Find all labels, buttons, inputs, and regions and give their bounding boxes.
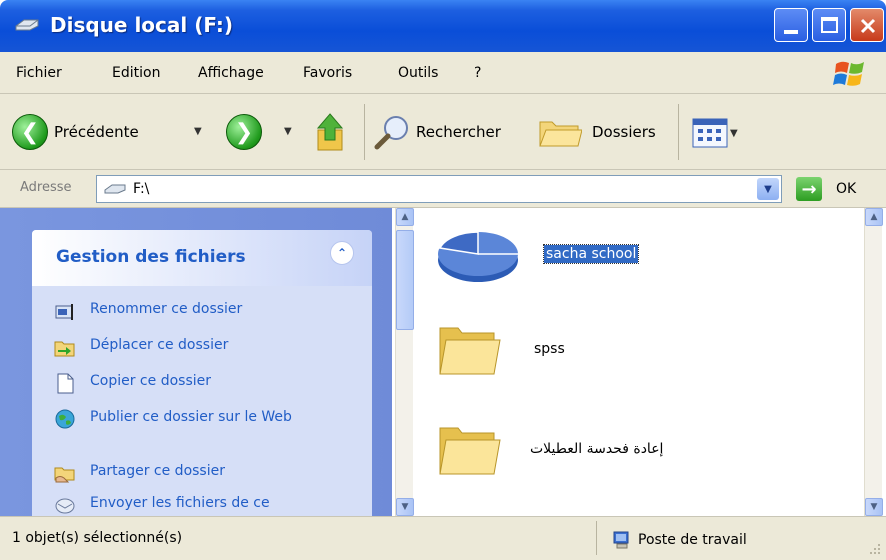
share-folder-icon xyxy=(54,467,75,483)
chevron-down-icon: ▼ xyxy=(730,127,738,139)
resize-grip-icon[interactable] xyxy=(868,542,882,556)
folders-label: Dossiers xyxy=(592,123,656,141)
task-label: Déplacer ce dossier xyxy=(90,337,229,353)
chevron-down-icon: ▼ xyxy=(284,126,292,137)
close-button[interactable] xyxy=(850,8,884,42)
task-email[interactable]: Envoyer les fichiers de ce xyxy=(54,494,270,516)
menu-affichage[interactable]: Affichage xyxy=(198,65,264,81)
file-name: sacha school xyxy=(542,244,640,264)
location-status: Poste de travail xyxy=(612,530,747,550)
maximize-icon xyxy=(821,17,838,33)
forward-history-dropdown[interactable]: ▼ xyxy=(284,126,292,137)
move-folder-icon xyxy=(54,341,75,357)
menu-edition[interactable]: Edition xyxy=(112,65,160,81)
back-button[interactable]: ❮ Précédente xyxy=(12,114,139,150)
collapse-button[interactable]: ⌃ xyxy=(330,241,354,265)
menu-favoris[interactable]: Favoris xyxy=(303,65,352,81)
back-history-dropdown[interactable]: ▼ xyxy=(194,126,202,137)
address-bar: Adresse F:\ ▼ → OK xyxy=(0,170,886,208)
back-label: Précédente xyxy=(54,123,139,141)
file-tasks-title: Gestion des fichiers xyxy=(56,247,246,267)
maximize-button[interactable] xyxy=(812,8,846,42)
address-label: Adresse xyxy=(20,180,72,195)
search-label: Rechercher xyxy=(416,123,501,141)
minimize-icon xyxy=(784,30,798,34)
file-item[interactable]: sacha school xyxy=(434,222,640,286)
location-label: Poste de travail xyxy=(638,532,747,548)
menu-bar: Fichier Edition Affichage Favoris Outils… xyxy=(0,52,886,94)
task-pane-scrollbar[interactable]: ▲ ▼ xyxy=(395,208,414,516)
forward-button[interactable]: ❯ xyxy=(226,114,262,150)
email-icon xyxy=(55,498,75,514)
globe-icon xyxy=(55,409,75,429)
folder-name: إعادة فحدسة العطيلات xyxy=(530,441,664,457)
up-folder-button[interactable] xyxy=(314,112,348,152)
toolbar-separator xyxy=(364,104,365,160)
address-input[interactable]: F:\ ▼ xyxy=(96,175,782,203)
address-value: F:\ xyxy=(133,181,150,197)
window-title: Disque local (F:) xyxy=(50,13,234,37)
close-icon xyxy=(860,18,876,34)
selection-status: 1 objet(s) sélectionné(s) xyxy=(12,530,183,546)
drive-icon xyxy=(15,19,39,31)
status-divider xyxy=(596,521,597,555)
scroll-down-arrow-icon[interactable]: ▼ xyxy=(396,498,414,516)
scroll-thumb[interactable] xyxy=(396,230,414,330)
file-tasks-panel: Gestion des fichiers ⌃ Renommer ce dossi… xyxy=(32,230,372,520)
go-button[interactable]: OK xyxy=(836,181,856,197)
windows-logo-icon xyxy=(833,61,864,86)
task-label: Envoyer les fichiers de ce xyxy=(90,495,270,511)
task-share[interactable]: Partager ce dossier xyxy=(54,462,225,484)
task-move[interactable]: Déplacer ce dossier xyxy=(54,336,228,358)
forward-arrow-icon: ❯ xyxy=(226,114,262,150)
views-button[interactable]: ▼ xyxy=(692,118,738,148)
title-bar[interactable]: Disque local (F:) xyxy=(0,0,886,52)
rename-icon xyxy=(55,304,73,320)
up-folder-icon xyxy=(316,113,344,151)
task-copy[interactable]: Copier ce dossier xyxy=(54,372,211,394)
drive-icon xyxy=(104,184,126,194)
file-tasks-header[interactable]: Gestion des fichiers ⌃ xyxy=(32,230,372,286)
folders-icon xyxy=(539,121,582,147)
task-label: Renommer ce dossier xyxy=(90,301,243,317)
folder-name: spss xyxy=(534,341,565,357)
file-view: sacha school spss إعادة فحدسة العطيلات xyxy=(414,208,864,516)
menu-fichier[interactable]: Fichier xyxy=(16,65,62,81)
task-label: Copier ce dossier xyxy=(90,373,211,389)
task-label: Publier ce dossier sur le Web xyxy=(90,409,292,425)
views-icon xyxy=(692,118,728,148)
file-view-scrollbar[interactable]: ▲ ▼ xyxy=(864,208,883,516)
task-pane: Gestion des fichiers ⌃ Renommer ce dossi… xyxy=(0,208,392,520)
chevron-down-icon: ▼ xyxy=(764,183,772,195)
go-arrow-icon[interactable]: → xyxy=(796,177,822,201)
scroll-up-arrow-icon[interactable]: ▲ xyxy=(865,208,883,226)
back-arrow-icon: ❮ xyxy=(12,114,48,150)
computer-icon xyxy=(613,531,629,549)
folders-button[interactable]: Dossiers xyxy=(538,114,656,150)
search-button[interactable]: Rechercher xyxy=(374,114,501,150)
folder-item[interactable]: إعادة فحدسة العطيلات xyxy=(434,420,663,478)
search-icon xyxy=(374,116,408,150)
menu-help[interactable]: ? xyxy=(474,65,481,81)
minimize-button[interactable] xyxy=(774,8,808,42)
menu-outils[interactable]: Outils xyxy=(398,65,438,81)
scroll-up-arrow-icon[interactable]: ▲ xyxy=(396,208,414,226)
address-dropdown-button[interactable]: ▼ xyxy=(757,178,779,200)
toolbar-separator xyxy=(678,104,679,160)
folder-icon xyxy=(439,327,501,375)
chevron-up-double-icon: ⌃ xyxy=(336,246,348,260)
task-label: Partager ce dossier xyxy=(90,463,225,479)
folder-item[interactable]: spss xyxy=(434,320,565,378)
scroll-down-arrow-icon[interactable]: ▼ xyxy=(865,498,883,516)
pie-chart-icon xyxy=(438,231,518,282)
chevron-down-icon: ▼ xyxy=(194,126,202,137)
copy-icon xyxy=(57,373,74,394)
status-bar: 1 objet(s) sélectionné(s) Poste de trava… xyxy=(0,516,886,560)
task-publish-web[interactable]: Publier ce dossier sur le Web xyxy=(54,408,292,430)
task-rename[interactable]: Renommer ce dossier xyxy=(54,300,242,322)
folder-icon xyxy=(439,427,501,475)
